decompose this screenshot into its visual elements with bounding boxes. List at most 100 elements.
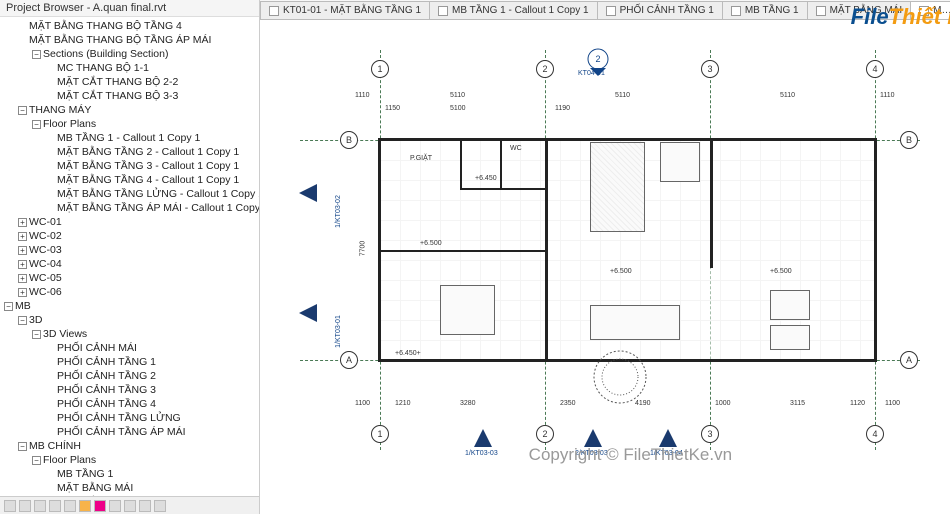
tree-item[interactable]: PHỐI CẢNH MÁI <box>44 341 259 355</box>
section-marker-icon <box>580 425 606 451</box>
view-tab[interactable]: PHỐI CẢNH TẦNG 1 <box>597 1 723 19</box>
collapse-icon[interactable]: − <box>4 302 13 311</box>
level-marker: +6.450+ <box>395 350 421 357</box>
tree-item[interactable]: MB TẦNG 1 - Callout 1 Copy 1 <box>44 131 259 145</box>
tree-item-3dviews[interactable]: −3D Views <box>30 327 259 341</box>
grid-bubble: 4 <box>866 425 884 443</box>
tree-item-selected[interactable]: MẶT BẰNG TẦNG 2 <box>44 495 259 496</box>
grid-bubble: 1 <box>371 425 389 443</box>
dimension: 1110 <box>880 92 895 99</box>
tree-item[interactable]: PHỐI CẢNH TẦNG ÁP MÁI <box>44 425 259 439</box>
tree-item-mbchinh[interactable]: −MB CHÍNH <box>16 439 259 453</box>
tree-item-thangmay[interactable]: −THANG MÁY <box>16 103 259 117</box>
plan-icon <box>438 6 448 16</box>
status-icon[interactable] <box>109 500 121 512</box>
grid-bubble: A <box>340 351 358 369</box>
tree-item-3d[interactable]: −3D <box>16 313 259 327</box>
tree-item[interactable]: +WC-01 <box>16 215 259 229</box>
status-icon[interactable] <box>49 500 61 512</box>
section-marker-icon <box>470 425 496 451</box>
status-icon[interactable] <box>94 500 106 512</box>
dining-table <box>440 285 495 335</box>
status-icon[interactable] <box>64 500 76 512</box>
dimension: 1000 <box>715 400 731 407</box>
tree-item[interactable]: +WC-02 <box>16 229 259 243</box>
status-icon[interactable] <box>139 500 151 512</box>
interior-wall <box>710 138 713 268</box>
svg-text:2: 2 <box>595 54 600 64</box>
status-icon[interactable] <box>34 500 46 512</box>
expand-icon[interactable]: + <box>18 274 27 283</box>
dimension: 3115 <box>790 400 805 407</box>
tree-item[interactable]: MẶT BẰNG TẦNG LỬNG - Callout 1 Copy 1 <box>44 187 259 201</box>
tree-item[interactable]: PHỐI CẢNH TẦNG LỬNG <box>44 411 259 425</box>
tree-item[interactable]: MẶT BẰNG THANG BỘ TẦNG 4 <box>16 19 259 33</box>
tree-item[interactable]: MC THANG BỘ 1-1 <box>44 61 259 75</box>
tree-item[interactable]: MẶT BẰNG THANG BỘ TẦNG ÁP MÁI <box>16 33 259 47</box>
tree-item[interactable]: MẶT BẰNG TẦNG 4 - Callout 1 Copy 1 <box>44 173 259 187</box>
collapse-icon[interactable]: − <box>18 442 27 451</box>
dimension: 1100 <box>355 400 370 407</box>
dimension: 5110 <box>780 92 795 99</box>
status-icon[interactable] <box>4 500 16 512</box>
collapse-icon[interactable]: − <box>18 106 27 115</box>
collapse-icon[interactable]: − <box>32 120 41 129</box>
tree-item-floorplans[interactable]: −Floor Plans <box>30 117 259 131</box>
tree-item-sections[interactable]: −Sections (Building Section) <box>30 47 259 61</box>
dimension: 4190 <box>635 400 651 407</box>
expand-icon[interactable]: + <box>18 260 27 269</box>
armchair <box>770 325 810 350</box>
status-icon[interactable] <box>79 500 91 512</box>
tree-item[interactable]: MẶT BẰNG TẦNG 2 - Callout 1 Copy 1 <box>44 145 259 159</box>
tree-item[interactable]: PHỐI CẢNH TẦNG 3 <box>44 383 259 397</box>
site-logo: FileThiết Kế.vn <box>851 4 950 30</box>
view-tab[interactable]: MB TẦNG 1 - Callout 1 Copy 1 <box>429 1 598 19</box>
view-tab[interactable]: MB TẦNG 1 <box>722 1 808 19</box>
expand-icon[interactable]: + <box>18 232 27 241</box>
collapse-icon[interactable]: − <box>32 330 41 339</box>
dimension: 1190 <box>555 105 570 112</box>
tree-item-mb[interactable]: −MB <box>2 299 259 313</box>
tree-item[interactable]: PHỐI CẢNH TẦNG 2 <box>44 369 259 383</box>
room-label: WC <box>510 145 522 152</box>
grid-bubble: A <box>900 351 918 369</box>
dimension: 1100 <box>885 400 900 407</box>
tree-item[interactable]: MẶT BẰNG TẦNG 3 - Callout 1 Copy 1 <box>44 159 259 173</box>
collapse-icon[interactable]: − <box>18 316 27 325</box>
drawing-canvas[interactable]: 1 2 3 4 1 2 3 4 A A B B <box>260 20 950 514</box>
tree-item[interactable]: +WC-04 <box>16 257 259 271</box>
tree-item[interactable]: PHỐI CẢNH TẦNG 1 <box>44 355 259 369</box>
status-icon[interactable] <box>124 500 136 512</box>
armchair <box>770 290 810 320</box>
tree-item[interactable]: MB TẦNG 1 <box>44 467 259 481</box>
view-tab[interactable]: KT01-01 - MẶT BẰNG TẦNG 1 <box>260 1 430 19</box>
dimension: 5110 <box>450 92 465 99</box>
expand-icon[interactable]: + <box>18 218 27 227</box>
collapse-icon[interactable]: − <box>32 456 41 465</box>
project-browser-tree[interactable]: MẶT BẰNG THANG BỘ TẦNG 4 MẶT BẰNG THANG … <box>0 17 259 496</box>
status-icon[interactable] <box>154 500 166 512</box>
tree-item[interactable]: MẶT BẰNG MÁI <box>44 481 259 495</box>
section-marker-icon <box>295 180 321 206</box>
tree-item[interactable]: MẶT BẰNG TẦNG ÁP MÁI - Callout 1 Copy 1 <box>44 201 259 215</box>
tree-item-floorplans2[interactable]: −Floor Plans <box>30 453 259 467</box>
tree-item[interactable]: MẶT CẮT THANG BỘ 2-2 <box>44 75 259 89</box>
expand-icon[interactable]: + <box>18 288 27 297</box>
section-marker-icon <box>655 425 681 451</box>
dimension: 5100 <box>450 105 466 112</box>
collapse-icon[interactable]: − <box>32 50 41 59</box>
status-icon[interactable] <box>19 500 31 512</box>
tree-item[interactable]: MẶT CẮT THANG BỘ 3-3 <box>44 89 259 103</box>
tree-item[interactable]: +WC-06 <box>16 285 259 299</box>
interior-wall <box>460 138 462 188</box>
tree-item[interactable]: +WC-03 <box>16 243 259 257</box>
dimension: 1150 <box>385 105 400 112</box>
expand-icon[interactable]: + <box>18 246 27 255</box>
tree-item[interactable]: +WC-05 <box>16 271 259 285</box>
3d-icon <box>606 6 616 16</box>
grid-bubble: 2 <box>536 425 554 443</box>
section-marker-icon <box>295 300 321 326</box>
tree-item[interactable]: PHỐI CẢNH TẦNG 4 <box>44 397 259 411</box>
grid-bubble: B <box>900 131 918 149</box>
sheet-icon <box>269 6 279 16</box>
